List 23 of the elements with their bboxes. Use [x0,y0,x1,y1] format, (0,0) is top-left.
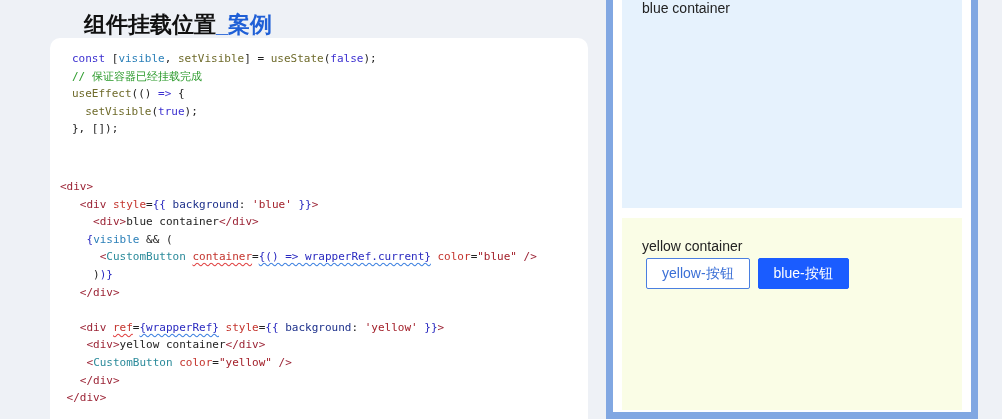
code-line: <div>yellow container</div> [85,337,267,354]
code-line: <div ref={wrapperRef} style={{ background: 'yellow' }}> [78,319,446,336]
code-line: <CustomButton color="yellow" /> [85,354,293,371]
code-line: {visible && ( [85,231,174,248]
code-line: // 保证容器已经挂载完成 [72,68,203,85]
code-line: <CustomButton container={() => wrapperRef.current} color="blue" /> [98,249,538,266]
code-line: <div style={{ background: 'blue' }}> [78,196,320,213]
code-line: </div> [78,372,121,389]
custom-button[interactable]: yellow-按钮 [646,258,750,289]
code-line: useEffect(() => { [72,86,186,103]
slide-title-suffix: _案例 [216,12,273,38]
slide-title: 组件挂载位置 [84,12,216,38]
code-line: </div> [65,390,108,407]
code-line: ))} [92,266,114,283]
code-line: <div>blue container</div> [92,214,260,231]
code-line: const [visible, setVisible] = useState(false); [72,51,378,67]
custom-button[interactable]: blue-按钮 [757,258,849,289]
code-line: <div> [60,178,95,195]
container-label: yellow container [642,238,744,254]
code-line: setVisible(true); [84,103,199,120]
code-line: }, []); [72,121,120,138]
container-label: blue container [642,0,731,16]
code-line: </div> [78,284,121,301]
